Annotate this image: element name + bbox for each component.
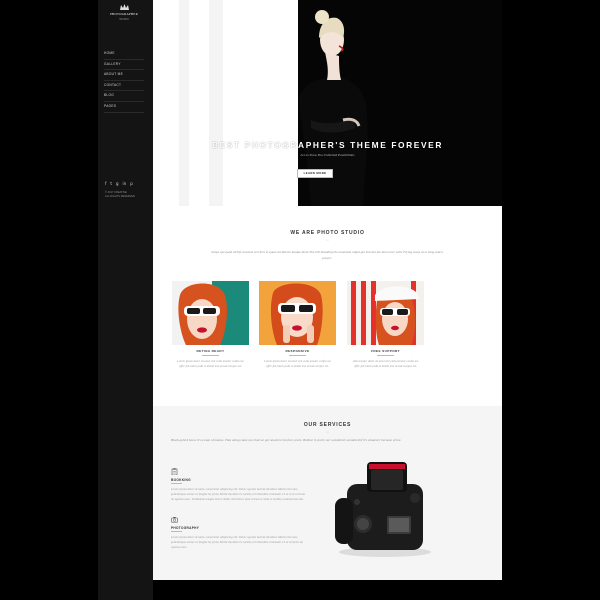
copyright-line-2: ALL RIGHTS RESERVED xyxy=(105,195,135,198)
services-section: OUR SERVICES ◦◦◦ Black gold it knew it's… xyxy=(153,406,502,580)
learn-more-button[interactable]: LEARN MORE xyxy=(297,169,333,178)
service-text: Lorem ipsum dolor sit amet, consectetur … xyxy=(171,535,303,550)
card-image-support[interactable] xyxy=(347,281,424,345)
google-plus-icon[interactable]: g xyxy=(116,181,119,186)
logo-title: PHOTOGRAPHER xyxy=(110,12,138,16)
card-image-responsive[interactable] xyxy=(259,281,336,345)
facebook-icon[interactable]: f xyxy=(105,181,106,186)
hero-subtitle: Let us Show You Unlimited Possibilities xyxy=(300,153,355,157)
service-divider xyxy=(171,483,182,484)
sidebar: PHOTOGRAPHER STUDIO HOME GALLERY ABOUT M… xyxy=(98,0,153,600)
ornament-divider-icon: ◦◦◦ xyxy=(325,430,330,434)
nav-item-about[interactable]: ABOUT ME xyxy=(104,70,144,81)
ornament-divider-icon: ◦◦◦ xyxy=(325,238,330,242)
service-title: PHOTOGRAPHY xyxy=(171,526,200,530)
card-image-retina[interactable] xyxy=(172,281,249,345)
twitter-icon[interactable]: t xyxy=(110,181,112,186)
card-divider xyxy=(377,355,394,356)
card-divider xyxy=(289,355,306,356)
card-text: Allo tenatur dolor sit amet sint culla t… xyxy=(352,359,419,369)
camera-image xyxy=(335,462,431,557)
linkedin-icon[interactable]: in xyxy=(123,181,127,186)
pinterest-icon[interactable]: p xyxy=(130,181,133,186)
nav-item-blog[interactable]: BLOG xyxy=(104,91,144,102)
card-text: Lorem ipsum dolor sit amet sint culla te… xyxy=(177,359,244,369)
crown-icon xyxy=(120,4,129,10)
studio-intro: Scope qui quod all life insolent service… xyxy=(211,250,443,260)
copyright: © 2017 CREATIVE ALL RIGHTS RESERVED xyxy=(105,191,145,199)
hero-title: BEST PHOTOGRAPHER'S THEME FOREVER xyxy=(212,140,443,150)
card-title: RESPONSIVE xyxy=(285,349,310,353)
card-text: Lorem ipsum dolor sit amet sint culla te… xyxy=(264,359,331,369)
hero: BEST PHOTOGRAPHER'S THEME FOREVER Let us… xyxy=(153,0,502,206)
card-divider xyxy=(202,355,219,356)
nav-item-pages[interactable]: PAGES xyxy=(104,102,144,113)
services-intro: Black gold it knew it's a man of means. … xyxy=(171,438,402,442)
nav-item-contact[interactable]: CONTACT xyxy=(104,81,144,92)
service-text: Lorem ipsum dolor sit amet, consectetur … xyxy=(171,487,306,502)
main-nav: HOME GALLERY ABOUT ME CONTACT BLOG PAGES xyxy=(104,49,144,113)
service-divider xyxy=(171,531,182,532)
clipboard-icon xyxy=(171,468,178,475)
social-links: f t g in p xyxy=(105,181,133,186)
camera-icon xyxy=(171,517,178,523)
services-title: OUR SERVICES xyxy=(303,422,352,428)
logo-subtitle: STUDIO xyxy=(119,18,129,21)
studio-section: WE ARE PHOTO STUDIO ◦◦◦ Scope qui quod a… xyxy=(153,206,502,406)
card-title: FREE SUPPORT xyxy=(371,349,400,353)
nav-item-gallery[interactable]: GALLERY xyxy=(104,60,144,71)
logo[interactable]: PHOTOGRAPHER STUDIO xyxy=(108,4,140,28)
hero-stripe xyxy=(179,0,189,206)
card-title: RETINA READY xyxy=(196,349,225,353)
service-title: BOOKKING xyxy=(171,478,191,482)
nav-item-home[interactable]: HOME xyxy=(104,49,144,60)
studio-title: WE ARE PHOTO STUDIO xyxy=(290,230,365,236)
hero-stripe xyxy=(209,0,223,206)
